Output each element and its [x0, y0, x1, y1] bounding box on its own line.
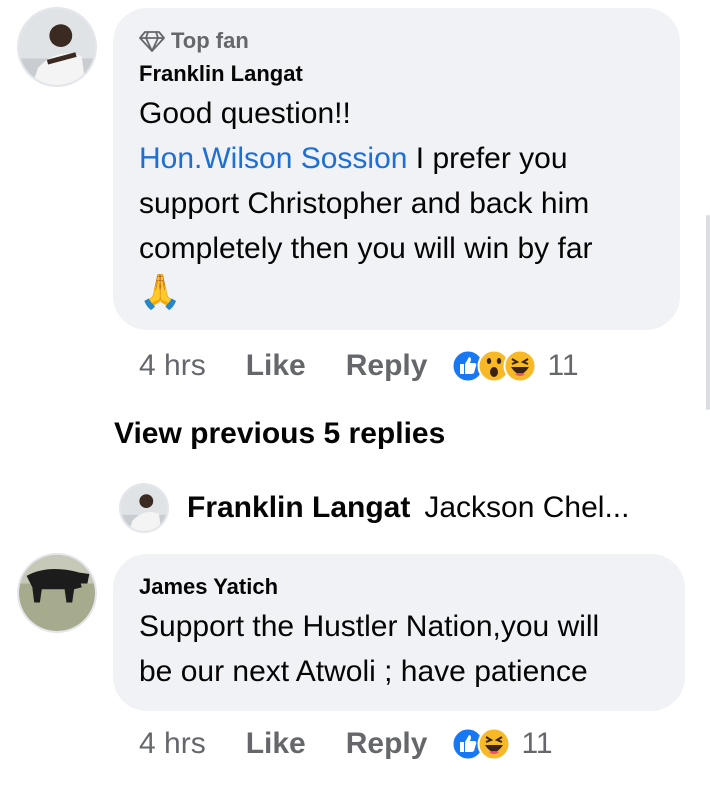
reactions-summary[interactable] [451, 349, 537, 383]
praying-hands-emoji: 🙏 [139, 273, 182, 311]
comment-line: support Christopher and back him [139, 187, 590, 220]
animal-photo-icon [19, 555, 95, 631]
diamond-icon [139, 31, 165, 52]
reaction-count[interactable]: 11 [521, 727, 552, 761]
view-previous-replies-link[interactable]: View previous 5 replies [114, 417, 445, 451]
comment-author[interactable]: Franklin Langat [139, 61, 303, 87]
comment-time[interactable]: 4 hrs [139, 349, 206, 383]
reactions-summary[interactable] [451, 727, 511, 761]
comment-author[interactable]: James Yatich [139, 574, 278, 600]
reply-author: Franklin Langat [187, 491, 411, 524]
comment-line: Support the Hustler Nation,you will [139, 610, 600, 643]
comment-line: be our next Atwoli ; have patience [139, 655, 588, 688]
top-fan-badge: Top fan [139, 28, 249, 54]
badge-label: Top fan [171, 28, 249, 53]
reply-button[interactable]: Reply [346, 349, 428, 383]
comment-meta: 4 hrs Like Reply 11 [139, 727, 553, 761]
haha-reaction-icon [503, 349, 537, 383]
person-photo-icon [121, 485, 167, 531]
comment-time[interactable]: 4 hrs [139, 727, 206, 761]
comment-text: I prefer you [407, 142, 568, 175]
scroll-indicator [706, 215, 710, 410]
reply-avatar [119, 483, 169, 533]
reply-button[interactable]: Reply [346, 727, 428, 761]
reaction-count[interactable]: 11 [547, 349, 578, 383]
avatar-james-yatich[interactable] [17, 553, 97, 633]
like-button[interactable]: Like [246, 727, 306, 761]
mention-link[interactable]: Hon.Wilson Sossion [139, 142, 407, 175]
comment-line: Good question!! [139, 97, 351, 130]
avatar-franklin-langat[interactable] [17, 7, 97, 87]
person-photo-icon [19, 9, 95, 85]
reply-snippet: Jackson Chel... [424, 491, 630, 524]
like-button[interactable]: Like [246, 349, 306, 383]
comment-line-mention: Hon.Wilson Sossion I prefer you [139, 136, 568, 181]
comment-meta: 4 hrs Like Reply 11 [139, 349, 579, 383]
comment-line: completely then you will win by far [139, 232, 593, 265]
haha-reaction-icon [477, 727, 511, 761]
reply-preview[interactable]: Franklin Langat Jackson Chel... [119, 483, 629, 533]
